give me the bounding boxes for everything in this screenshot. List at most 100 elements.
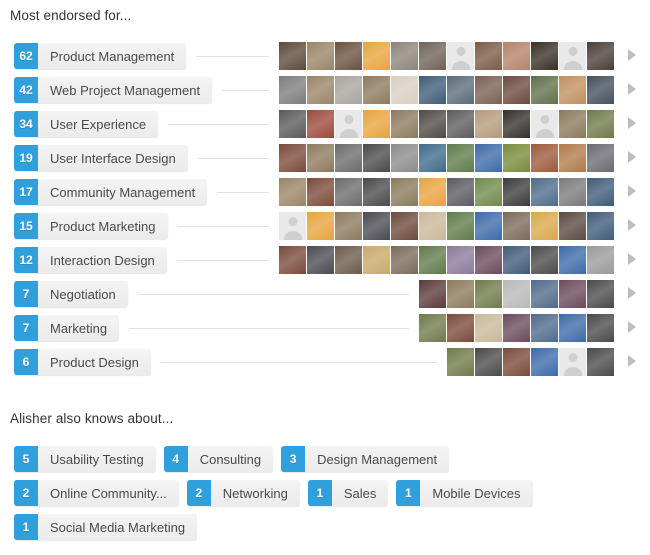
endorser-avatar[interactable] <box>391 144 418 172</box>
avatar-placeholder[interactable] <box>559 42 586 70</box>
endorser-avatar[interactable] <box>503 314 530 342</box>
skill-pill[interactable]: 2 Networking <box>186 480 300 506</box>
endorser-avatar[interactable] <box>307 42 334 70</box>
endorser-avatar[interactable] <box>447 144 474 172</box>
endorser-avatar[interactable] <box>307 178 334 206</box>
next-arrow-icon[interactable] <box>628 185 636 197</box>
endorser-avatar[interactable] <box>559 110 586 138</box>
next-arrow-icon[interactable] <box>628 219 636 231</box>
endorser-avatar[interactable] <box>531 314 558 342</box>
skill-pill[interactable]: 6 Product Design <box>14 349 151 375</box>
skill-pill[interactable]: 62 Product Management <box>14 43 187 69</box>
endorser-avatar[interactable] <box>559 280 586 308</box>
endorser-avatar[interactable] <box>559 144 586 172</box>
skill-pill[interactable]: 17 Community Management <box>14 179 208 205</box>
skill-pill[interactable]: 1 Sales <box>307 480 389 506</box>
endorser-avatar[interactable] <box>391 246 418 274</box>
avatar-placeholder[interactable] <box>335 110 362 138</box>
endorser-avatar[interactable] <box>419 246 446 274</box>
endorser-avatar[interactable] <box>531 76 558 104</box>
endorser-avatar[interactable] <box>419 314 446 342</box>
endorser-avatar[interactable] <box>559 178 586 206</box>
endorser-avatar[interactable] <box>559 76 586 104</box>
endorser-avatar[interactable] <box>391 42 418 70</box>
avatar-placeholder[interactable] <box>531 110 558 138</box>
skill-pill[interactable]: 19 User Interface Design <box>14 145 188 171</box>
skill-pill[interactable]: 42 Web Project Management <box>14 77 213 103</box>
endorser-avatar[interactable] <box>475 42 502 70</box>
endorser-avatar[interactable] <box>307 212 334 240</box>
endorser-avatar[interactable] <box>279 42 306 70</box>
next-arrow-icon[interactable] <box>628 117 636 129</box>
endorser-avatar[interactable] <box>363 110 390 138</box>
endorser-avatar[interactable] <box>475 212 502 240</box>
next-arrow-icon[interactable] <box>628 287 636 299</box>
endorser-avatar[interactable] <box>419 144 446 172</box>
endorser-avatar[interactable] <box>475 246 502 274</box>
skill-pill[interactable]: 1 Social Media Marketing <box>14 514 198 540</box>
endorser-avatar[interactable] <box>447 314 474 342</box>
endorser-avatar[interactable] <box>363 144 390 172</box>
endorser-avatar[interactable] <box>363 178 390 206</box>
skill-pill[interactable]: 5 Usability Testing <box>14 446 156 472</box>
skill-pill[interactable]: 2 Online Community... <box>14 480 179 506</box>
next-arrow-icon[interactable] <box>628 151 636 163</box>
endorser-avatar[interactable] <box>279 246 306 274</box>
endorser-avatar[interactable] <box>335 212 362 240</box>
endorser-avatar[interactable] <box>531 212 558 240</box>
endorser-avatar[interactable] <box>587 42 614 70</box>
endorser-avatar[interactable] <box>419 42 446 70</box>
endorser-avatar[interactable] <box>531 178 558 206</box>
skill-pill[interactable]: 3 Design Management <box>281 446 450 472</box>
skill-pill[interactable]: 4 Consulting <box>163 446 274 472</box>
endorser-avatar[interactable] <box>307 76 334 104</box>
endorser-avatar[interactable] <box>307 110 334 138</box>
endorser-avatar[interactable] <box>279 144 306 172</box>
endorser-avatar[interactable] <box>447 178 474 206</box>
endorser-avatar[interactable] <box>503 110 530 138</box>
skill-pill[interactable]: 7 Marketing <box>14 315 120 341</box>
endorser-avatar[interactable] <box>503 348 530 376</box>
endorser-avatar[interactable] <box>447 246 474 274</box>
skill-pill[interactable]: 1 Mobile Devices <box>396 480 533 506</box>
endorser-avatar[interactable] <box>419 110 446 138</box>
endorser-avatar[interactable] <box>279 76 306 104</box>
endorser-avatar[interactable] <box>419 280 446 308</box>
endorser-avatar[interactable] <box>587 280 614 308</box>
next-arrow-icon[interactable] <box>628 49 636 61</box>
next-arrow-icon[interactable] <box>628 253 636 265</box>
endorser-avatar[interactable] <box>475 348 502 376</box>
endorser-avatar[interactable] <box>391 110 418 138</box>
endorser-avatar[interactable] <box>503 178 530 206</box>
endorser-avatar[interactable] <box>335 76 362 104</box>
endorser-avatar[interactable] <box>335 144 362 172</box>
endorser-avatar[interactable] <box>391 76 418 104</box>
endorser-avatar[interactable] <box>587 348 614 376</box>
endorser-avatar[interactable] <box>279 110 306 138</box>
endorser-avatar[interactable] <box>447 280 474 308</box>
endorser-avatar[interactable] <box>363 212 390 240</box>
skill-pill[interactable]: 7 Negotiation <box>14 281 128 307</box>
skill-pill[interactable]: 12 Interaction Design <box>14 247 167 273</box>
endorser-avatar[interactable] <box>447 76 474 104</box>
endorser-avatar[interactable] <box>335 178 362 206</box>
endorser-avatar[interactable] <box>447 212 474 240</box>
endorser-avatar[interactable] <box>363 76 390 104</box>
endorser-avatar[interactable] <box>587 314 614 342</box>
endorser-avatar[interactable] <box>419 76 446 104</box>
endorser-avatar[interactable] <box>587 110 614 138</box>
skill-pill[interactable]: 34 User Experience <box>14 111 159 137</box>
endorser-avatar[interactable] <box>475 76 502 104</box>
endorser-avatar[interactable] <box>307 144 334 172</box>
endorser-avatar[interactable] <box>503 76 530 104</box>
endorser-avatar[interactable] <box>279 178 306 206</box>
endorser-avatar[interactable] <box>419 178 446 206</box>
endorser-avatar[interactable] <box>503 42 530 70</box>
endorser-avatar[interactable] <box>531 280 558 308</box>
endorser-avatar[interactable] <box>531 246 558 274</box>
endorser-avatar[interactable] <box>587 246 614 274</box>
endorser-avatar[interactable] <box>587 178 614 206</box>
endorser-avatar[interactable] <box>531 348 558 376</box>
endorser-avatar[interactable] <box>307 246 334 274</box>
endorser-avatar[interactable] <box>587 144 614 172</box>
